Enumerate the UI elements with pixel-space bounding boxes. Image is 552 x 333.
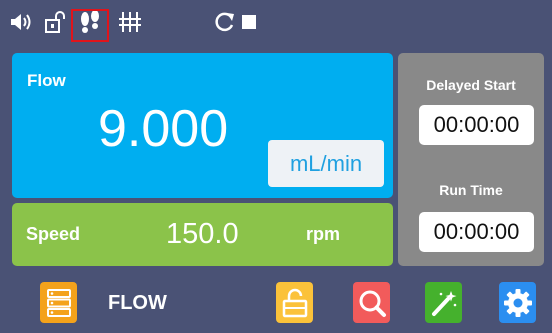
flow-label: Flow: [27, 71, 66, 90]
flow-unit-button[interactable]: mL/min: [268, 140, 384, 187]
tuning-icon[interactable]: [118, 8, 144, 36]
unlock-icon[interactable]: [44, 8, 66, 36]
gear-icon: [503, 288, 532, 317]
stop-icon[interactable]: [239, 8, 259, 36]
delayed-start-time[interactable]: 00:00:00: [419, 105, 534, 145]
magic-wand-icon: [431, 290, 456, 316]
menu-list-button[interactable]: [40, 282, 77, 323]
unlock-icon: [282, 288, 307, 317]
delayed-start-label: Delayed Start: [426, 77, 516, 93]
magic-wand-button[interactable]: [425, 282, 462, 323]
timer-panel: Delayed Start 00:00:00 Run Time 00:00:00: [398, 53, 544, 266]
settings-button[interactable]: [499, 282, 536, 323]
refresh-icon[interactable]: [211, 8, 237, 36]
search-button[interactable]: [353, 282, 390, 323]
run-time-label: Run Time: [439, 182, 503, 198]
flow-value[interactable]: 9.000: [98, 103, 228, 155]
search-icon: [359, 290, 386, 317]
speed-label: Speed: [26, 224, 81, 244]
lock-button[interactable]: [276, 282, 313, 323]
run-time-time[interactable]: 00:00:00: [419, 212, 534, 252]
speed-value[interactable]: 150.0: [166, 218, 239, 251]
flow-panel[interactable]: Flow 9.000 mL/min: [12, 53, 393, 198]
speed-panel[interactable]: Speed 150.0 rpm: [12, 203, 393, 266]
mode-label: FLOW: [108, 292, 167, 314]
speed-unit: rpm: [306, 224, 341, 244]
speaker-icon[interactable]: [9, 8, 35, 36]
menu-list-icon: [46, 288, 71, 317]
selected-icon-highlight: [71, 9, 109, 42]
